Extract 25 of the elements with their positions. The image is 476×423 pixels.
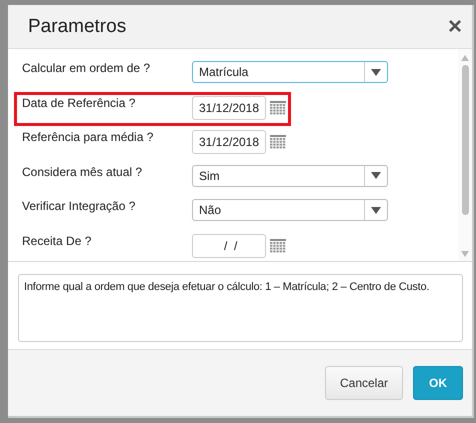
- calendar-icon[interactable]: [270, 100, 286, 114]
- help-text: Informe qual a ordem que deseja efetuar o cálculo: 1 – Matrícula; 2 – Centro de Custo.: [18, 274, 463, 342]
- date-field[interactable]: 31/12/2018: [192, 96, 266, 120]
- caret-icon: [371, 172, 381, 179]
- field-label: Referência para média ?: [22, 130, 154, 144]
- dropdown-field[interactable]: Matrícula: [192, 61, 388, 83]
- field-label: Receita De ?: [22, 234, 92, 248]
- caret-icon: [371, 206, 381, 214]
- field-label: Calcular em ordem de ?: [22, 61, 152, 75]
- dialog-title: Parametros: [28, 16, 126, 38]
- field-label: Data de Referência ?: [22, 96, 136, 110]
- close-button[interactable]: ×: [448, 14, 462, 38]
- dropdown-field[interactable]: Não: [192, 199, 388, 221]
- scroll-down-icon[interactable]: [461, 251, 469, 257]
- scrollbar[interactable]: [458, 49, 472, 261]
- field-label: Considera mês atual ?: [22, 164, 144, 178]
- calendar-icon[interactable]: [270, 238, 286, 252]
- cancel-button[interactable]: Cancelar: [325, 366, 403, 400]
- date-field[interactable]: 31/12/2018: [192, 130, 266, 154]
- calendar-icon[interactable]: [270, 135, 286, 149]
- field-label: Verificar Integração ?: [22, 199, 136, 213]
- caret-icon: [371, 68, 381, 76]
- date-field[interactable]: / /: [192, 234, 266, 258]
- dropdown-field[interactable]: Sim: [192, 164, 388, 186]
- scroll-up-icon[interactable]: [461, 55, 469, 61]
